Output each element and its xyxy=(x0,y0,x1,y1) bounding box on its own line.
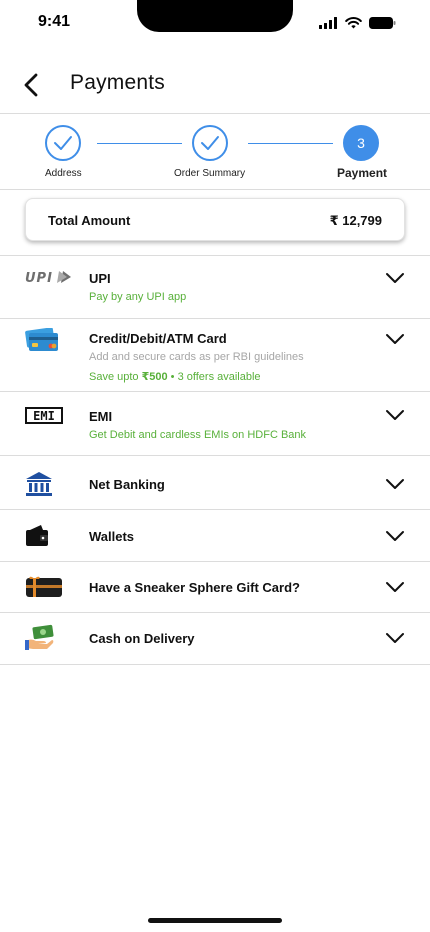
credit-card-icon xyxy=(25,328,58,351)
step-payment-number: 3 xyxy=(343,125,379,161)
payment-option-upi[interactable]: UPI UPI Pay by any UPI app xyxy=(0,256,430,319)
step-label-payment: Payment xyxy=(337,166,388,180)
wifi-icon xyxy=(345,17,362,29)
payment-option-gift-card[interactable]: Have a Sneaker Sphere Gift Card? xyxy=(0,562,430,613)
chevron-down-icon[interactable] xyxy=(385,272,405,284)
option-title: Credit/Debit/ATM Card xyxy=(89,331,227,346)
offer-count: 3 offers available xyxy=(177,371,261,383)
header: Payments xyxy=(0,62,430,114)
step-number: 3 xyxy=(357,135,365,151)
chevron-down-icon[interactable] xyxy=(385,478,405,490)
card-offer-text: Save upto ₹500 • 3 offers available xyxy=(89,370,261,383)
option-subtitle: Get Debit and cardless EMIs on HDFC Bank xyxy=(89,429,307,441)
option-title: Have a Sneaker Sphere Gift Card? xyxy=(89,580,300,595)
checkout-stepper: 3 Address Order Summary Payment xyxy=(0,114,430,190)
step-connector xyxy=(248,143,333,144)
offer-amount: ₹500 xyxy=(141,371,168,383)
total-amount-label: Total Amount xyxy=(48,213,131,228)
status-icons xyxy=(319,17,396,29)
total-amount-value: ₹ 12,799 xyxy=(329,213,382,228)
option-title: Cash on Delivery xyxy=(89,631,195,646)
chevron-down-icon[interactable] xyxy=(385,530,405,542)
chevron-down-icon[interactable] xyxy=(385,581,405,593)
step-order-summary-check[interactable] xyxy=(192,125,228,161)
emi-badge-icon: EMI xyxy=(25,407,63,424)
option-title: UPI xyxy=(89,271,111,286)
chevron-down-icon[interactable] xyxy=(385,409,405,421)
status-time: 9:41 xyxy=(38,13,71,30)
option-subtitle: Pay by any UPI app xyxy=(89,291,187,303)
option-title: Wallets xyxy=(89,529,135,544)
gift-card-icon xyxy=(26,576,62,597)
payment-option-emi[interactable]: EMI EMI Get Debit and cardless EMIs on H… xyxy=(0,392,430,456)
option-title: Net Banking xyxy=(89,477,165,492)
payment-option-card[interactable]: Credit/Debit/ATM Card Add and secure car… xyxy=(0,319,430,392)
chevron-down-icon[interactable] xyxy=(385,632,405,644)
step-label-order-summary: Order Summary xyxy=(174,168,246,179)
cash-hand-icon xyxy=(25,624,54,650)
svg-text:UPI: UPI xyxy=(25,271,53,284)
offer-prefix: Save upto xyxy=(89,371,142,383)
svg-text:EMI: EMI xyxy=(33,409,55,423)
page-title: Payments xyxy=(70,71,165,94)
checkmark-icon xyxy=(201,136,219,150)
wallet-icon xyxy=(26,525,48,546)
option-title: EMI xyxy=(89,409,113,424)
notch xyxy=(137,0,293,32)
payment-option-cash-on-delivery[interactable]: Cash on Delivery xyxy=(0,613,430,665)
step-connector xyxy=(97,143,182,144)
step-label-address: Address xyxy=(45,168,82,179)
upi-logo-icon: UPI xyxy=(25,271,71,284)
home-indicator xyxy=(148,918,282,923)
payment-option-wallets[interactable]: Wallets xyxy=(0,510,430,562)
chevron-down-icon[interactable] xyxy=(385,333,405,345)
back-arrow-icon[interactable] xyxy=(20,72,46,98)
step-address-check[interactable] xyxy=(45,125,81,161)
total-amount-card: Total Amount ₹ 12,799 xyxy=(25,198,405,241)
status-bar: 9:41 xyxy=(0,0,430,50)
offer-separator: • xyxy=(167,371,178,383)
bank-icon xyxy=(26,472,52,496)
payment-option-net-banking[interactable]: Net Banking xyxy=(0,456,430,510)
signal-icon xyxy=(319,17,337,29)
option-subtitle: Add and secure cards as per RBI guidelin… xyxy=(89,351,304,363)
checkmark-icon xyxy=(54,136,72,150)
payment-options-list: UPI UPI Pay by any UPI app Credit/Debit/… xyxy=(0,255,430,665)
battery-icon xyxy=(369,17,396,29)
